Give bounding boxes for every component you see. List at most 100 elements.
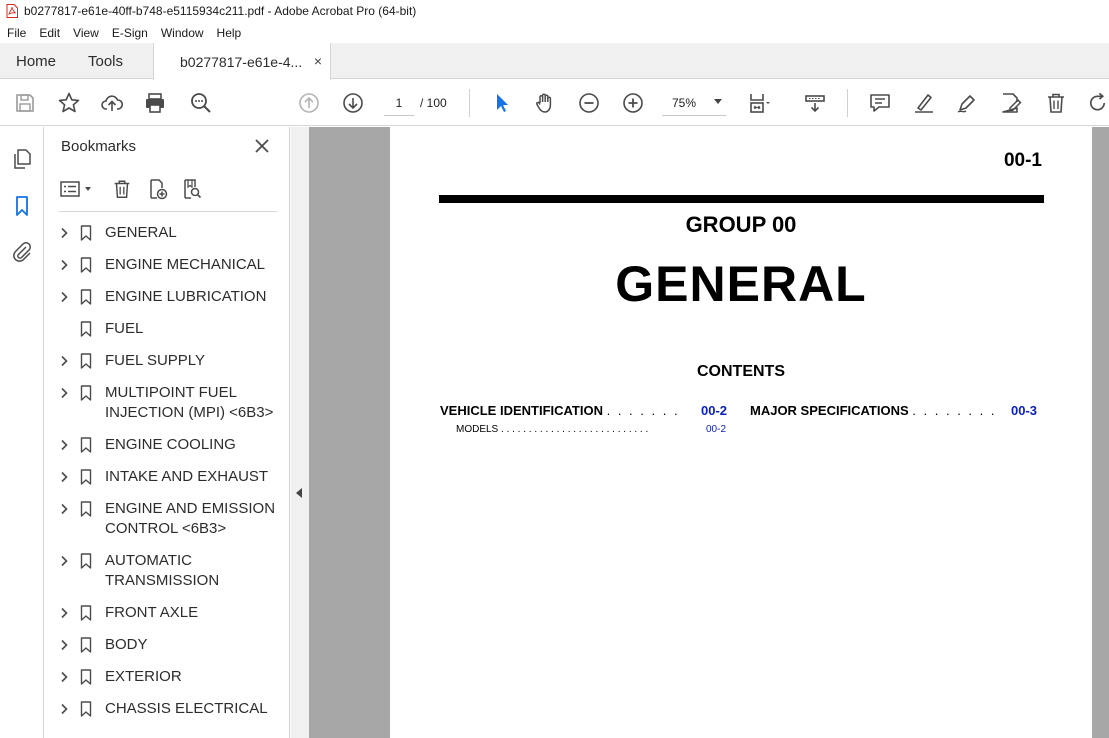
delete-bookmark-button[interactable] xyxy=(109,176,135,202)
bookmark-item[interactable]: EXTERIOR xyxy=(45,667,290,699)
chevron-right-icon[interactable] xyxy=(57,435,71,455)
chevron-right-icon[interactable] xyxy=(57,667,71,687)
tab-document[interactable]: b0277817-e61e-4... × xyxy=(153,43,331,80)
document-viewer[interactable]: 00-1 GROUP 00 GENERAL CONTENTS VEHICLE I… xyxy=(309,127,1109,738)
bookmark-item[interactable]: ENGINE MECHANICAL xyxy=(45,255,290,287)
chevron-right-icon[interactable] xyxy=(57,635,71,655)
toc-entry-label: MAJOR SPECIFICATIONS xyxy=(750,403,909,418)
tab-home[interactable]: Home xyxy=(16,43,56,79)
bookmark-item[interactable]: ENGINE COOLING xyxy=(45,435,290,467)
save-button[interactable] xyxy=(13,91,37,115)
chevron-down-icon xyxy=(714,99,722,104)
bookmark-item[interactable]: BODY xyxy=(45,635,290,667)
chevron-right-icon[interactable] xyxy=(57,223,71,243)
hand-tool-button[interactable] xyxy=(533,91,557,115)
comment-icon xyxy=(870,94,890,112)
page-number-input[interactable] xyxy=(384,90,414,116)
menu-edit[interactable]: Edit xyxy=(32,26,66,40)
bookmark-item[interactable]: ENGINE LUBRICATION xyxy=(45,287,290,319)
bookmark-icon xyxy=(79,635,93,655)
bookmark-item[interactable]: CHASSIS ELECTRICAL xyxy=(45,699,290,731)
menu-window[interactable]: Window xyxy=(154,26,210,40)
chevron-right-icon[interactable] xyxy=(57,699,71,719)
previous-page-button[interactable] xyxy=(297,91,321,115)
bookmark-icon xyxy=(79,667,93,687)
toc-page-link[interactable]: 00-3 xyxy=(1011,403,1037,418)
find-bookmark-button[interactable] xyxy=(179,176,205,202)
bookmark-icon xyxy=(79,435,93,455)
toc-subentry-models[interactable]: MODELS . . . . . . . . . . . . . . . . .… xyxy=(456,424,648,435)
menu-file[interactable]: File xyxy=(0,26,32,40)
find-button[interactable] xyxy=(189,91,213,115)
rotate-button[interactable] xyxy=(1086,91,1109,115)
bookmark-item[interactable]: GENERAL xyxy=(45,223,290,255)
chevron-right-icon[interactable] xyxy=(57,499,71,519)
page-thumbnails-icon[interactable] xyxy=(10,147,34,171)
chevron-right-icon[interactable] xyxy=(57,383,71,403)
bookmark-icon xyxy=(79,383,93,403)
chevron-right-icon[interactable] xyxy=(57,467,71,487)
bookmark-item[interactable]: INTAKE AND EXHAUST xyxy=(45,467,290,499)
new-bookmark-button[interactable] xyxy=(144,176,170,202)
bookmark-item[interactable]: MULTIPOINT FUEL INJECTION (MPI) <6B3> xyxy=(45,383,290,435)
menu-esign[interactable]: E-Sign xyxy=(105,26,154,40)
pen-icon xyxy=(957,95,975,113)
bookmark-icon xyxy=(79,699,93,719)
tab-tools[interactable]: Tools xyxy=(88,43,123,79)
zoom-in-button[interactable] xyxy=(621,91,645,115)
bookmark-item[interactable]: ENGINE AND EMISSION CONTROL <6B3> xyxy=(45,499,290,551)
chevron-right-icon[interactable] xyxy=(57,603,71,623)
select-tool-button[interactable] xyxy=(490,91,514,115)
toc-entry-major-specifications[interactable]: MAJOR SPECIFICATIONS . . . . . . . . xyxy=(750,403,996,418)
bookmark-label: FUEL xyxy=(105,320,144,337)
draw-button[interactable] xyxy=(955,91,979,115)
upload-button[interactable] xyxy=(100,91,124,115)
bookmark-add-icon xyxy=(150,179,168,200)
page-number: 00-1 xyxy=(1003,150,1042,171)
chevron-right-icon[interactable] xyxy=(57,351,71,371)
menu-help[interactable]: Help xyxy=(210,26,248,40)
bookmark-options-button[interactable] xyxy=(59,176,97,202)
delete-button[interactable] xyxy=(1044,91,1068,115)
list-options-icon xyxy=(60,181,91,197)
printer-icon xyxy=(146,93,164,113)
close-icon[interactable] xyxy=(253,137,271,155)
bookmarks-panel-icon[interactable] xyxy=(10,194,34,218)
bookmark-icon xyxy=(79,351,93,371)
title-bar: b0277817-e61e-40ff-b748-e5115934c211.pdf… xyxy=(0,0,1109,22)
tab-close-button[interactable]: × xyxy=(314,53,322,69)
toc-page-link[interactable]: 00-2 xyxy=(701,403,727,418)
comment-button[interactable] xyxy=(868,91,892,115)
edit-pdf-button[interactable] xyxy=(999,91,1023,115)
toc-entry-vehicle-identification[interactable]: VEHICLE IDENTIFICATION . . . . . . . xyxy=(440,403,680,418)
bookmark-item[interactable]: AUTOMATIC TRANSMISSION xyxy=(45,551,290,603)
next-page-button[interactable] xyxy=(341,91,365,115)
bookmark-item[interactable]: FRONT AXLE xyxy=(45,603,290,635)
highlight-button[interactable] xyxy=(912,91,936,115)
zoom-out-button[interactable] xyxy=(577,91,601,115)
bookmark-icon xyxy=(79,287,93,307)
bookmark-label: BODY xyxy=(105,636,148,653)
bookmarks-list: GENERAL ENGINE MECHANICAL ENGINE LUBRICATI… xyxy=(45,223,290,731)
bookmark-item[interactable]: FUEL xyxy=(45,319,290,351)
scroll-icon xyxy=(805,95,825,113)
chevron-right-icon[interactable] xyxy=(57,287,71,307)
collapse-panel-icon[interactable] xyxy=(296,488,302,498)
page-display-button[interactable] xyxy=(748,91,772,115)
panel-splitter[interactable] xyxy=(291,127,309,738)
scroll-mode-button[interactable] xyxy=(803,91,827,115)
page-total-label: / 100 xyxy=(420,96,447,110)
zoom-value: 75% xyxy=(672,95,697,110)
bookmark-label: MULTIPOINT FUEL INJECTION (MPI) <6B3> xyxy=(105,384,274,421)
chevron-right-icon[interactable] xyxy=(57,551,71,571)
chevron-right-icon[interactable] xyxy=(57,255,71,275)
pointer-icon xyxy=(497,94,508,112)
toc-subpage-link[interactable]: 00-2 xyxy=(706,424,726,435)
bookmark-item[interactable]: FUEL SUPPLY xyxy=(45,351,290,383)
zoom-select[interactable]: 75% xyxy=(662,90,726,116)
hand-icon xyxy=(536,93,552,113)
menu-view[interactable]: View xyxy=(66,26,105,40)
print-button[interactable] xyxy=(143,91,167,115)
bookmark-star-button[interactable] xyxy=(57,91,81,115)
attachments-icon[interactable] xyxy=(10,240,34,264)
